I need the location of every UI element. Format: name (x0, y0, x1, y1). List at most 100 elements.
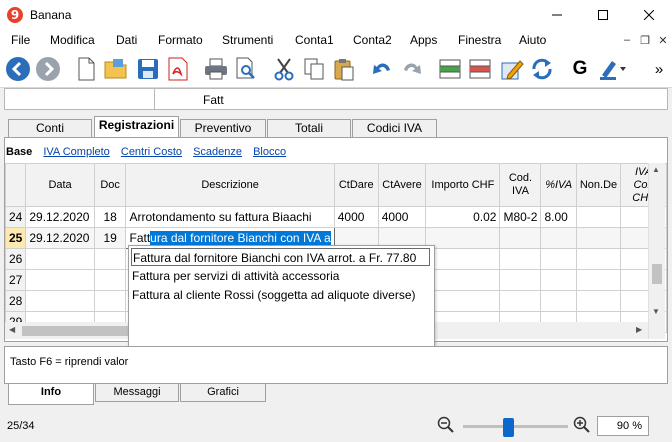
cell-importo[interactable] (425, 227, 501, 249)
cell-pct-iva[interactable] (540, 227, 577, 249)
more-button[interactable]: » (650, 55, 668, 83)
pdf-button[interactable] (164, 55, 192, 83)
menu-apps[interactable]: Apps (410, 33, 437, 47)
new-file-button[interactable] (72, 55, 100, 83)
view-base[interactable]: Base (6, 146, 32, 158)
menu-aiuto[interactable]: Aiuto (519, 33, 546, 47)
menu-conta2[interactable]: Conta2 (353, 33, 392, 47)
vertical-scrollbar[interactable]: ▲ ▼ (648, 163, 665, 339)
cell-importo[interactable] (425, 248, 501, 270)
cell-cod-iva[interactable]: M80-2 (499, 206, 542, 228)
forward-button[interactable] (34, 55, 62, 83)
cell-importo[interactable]: 0.02 (425, 206, 501, 228)
cell-non-ded[interactable] (575, 290, 622, 312)
view-blocco[interactable]: Blocco (253, 146, 286, 158)
minimize-button[interactable] (534, 0, 580, 30)
cell-pct-iva[interactable] (540, 248, 577, 270)
cell-non-ded[interactable] (575, 206, 622, 228)
tab-preventivo[interactable]: Preventivo (180, 119, 266, 137)
copy-button[interactable] (300, 55, 328, 83)
tab-totali[interactable]: Totali (267, 119, 351, 137)
cell-cod-iva[interactable] (499, 290, 542, 312)
cell-doc[interactable] (93, 269, 127, 291)
row-number[interactable]: 27 (5, 269, 27, 291)
print-button[interactable] (202, 55, 230, 83)
cell-doc[interactable]: 19 (93, 227, 127, 249)
paste-button[interactable] (330, 55, 358, 83)
save-button[interactable] (134, 55, 162, 83)
view-centri-costo[interactable]: Centri Costo (121, 146, 182, 158)
cell-data[interactable]: 29.12.2020 (25, 206, 95, 228)
row-number[interactable]: 24 (5, 206, 27, 228)
scroll-up-icon[interactable]: ▲ (652, 165, 660, 174)
cell-cod-iva[interactable] (499, 248, 542, 270)
menu-formato[interactable]: Formato (158, 33, 203, 47)
table-row[interactable]: 24 29.12.2020 18 Arrotondamento su fattu… (5, 206, 667, 228)
cell-importo[interactable] (425, 269, 501, 291)
undo-button[interactable] (368, 55, 396, 83)
back-button[interactable] (4, 55, 32, 83)
menu-conta1[interactable]: Conta1 (295, 33, 334, 47)
insert-row-button[interactable] (436, 55, 464, 83)
open-folder-button[interactable] (102, 55, 130, 83)
mdi-restore-icon[interactable]: ❐ (637, 32, 653, 48)
cell-pct-iva[interactable] (540, 290, 577, 312)
tab-grafici[interactable]: Grafici (180, 384, 266, 402)
row-number[interactable]: 25 (5, 227, 27, 249)
delete-row-button[interactable] (466, 55, 494, 83)
menu-finestra[interactable]: Finestra (458, 33, 501, 47)
tab-registrazioni[interactable]: Registrazioni (94, 116, 179, 137)
cell-data[interactable] (25, 248, 95, 270)
cell-ctavere[interactable]: 4000 (377, 206, 427, 228)
column-header-pct-iva[interactable]: %IVA (540, 163, 577, 207)
zoom-level-input[interactable]: 90 % (597, 416, 649, 436)
cell-cod-iva[interactable] (499, 269, 542, 291)
cell-cod-iva[interactable] (499, 227, 542, 249)
column-header-importo[interactable]: Importo CHF (425, 163, 501, 207)
redo-button[interactable] (398, 55, 426, 83)
mdi-minimize-icon[interactable]: – (619, 32, 635, 48)
zoom-out-button[interactable] (437, 416, 455, 434)
autocomplete-item[interactable]: Fattura per servizi di attività accessor… (131, 267, 339, 285)
column-header-non-ded[interactable]: Non.De (575, 163, 622, 207)
cell-data[interactable]: 29.12.2020 (25, 227, 95, 249)
cell-doc[interactable] (93, 248, 127, 270)
zoom-slider-track[interactable] (463, 425, 568, 428)
formula-input[interactable]: Fatt (203, 93, 224, 107)
view-scadenze[interactable]: Scadenze (193, 146, 242, 158)
cell-descrizione[interactable]: Arrotondamento su fattura Biaachi (125, 206, 335, 228)
tab-messaggi[interactable]: Messaggi (95, 384, 179, 402)
cell-importo[interactable] (425, 290, 501, 312)
tab-codici-iva[interactable]: Codici IVA (352, 119, 437, 137)
scroll-thumb[interactable] (652, 264, 662, 284)
column-header-ctavere[interactable]: CtAvere (377, 163, 427, 207)
scroll-down-icon[interactable]: ▼ (652, 307, 660, 316)
print-preview-button[interactable] (232, 55, 260, 83)
row-number[interactable]: 26 (5, 248, 27, 270)
cell-non-ded[interactable] (575, 269, 622, 291)
column-header-cod-iva[interactable]: Cod. IVA (499, 163, 542, 207)
column-header-doc[interactable]: Doc (93, 163, 127, 207)
menu-file[interactable]: File (11, 33, 30, 47)
scroll-right-icon[interactable]: ▶ (636, 325, 642, 334)
cell-data[interactable] (25, 290, 95, 312)
cell-doc[interactable] (93, 290, 127, 312)
menu-modifica[interactable]: Modifica (50, 33, 95, 47)
close-button[interactable] (626, 0, 672, 30)
edit-button[interactable] (498, 55, 526, 83)
cell-non-ded[interactable] (575, 248, 622, 270)
cell-reference-box[interactable] (5, 89, 155, 109)
row-number[interactable]: 28 (5, 290, 27, 312)
cell-non-ded[interactable] (575, 227, 622, 249)
cell-ctdare[interactable]: 4000 (333, 206, 379, 228)
mdi-close-icon[interactable]: ✕ (655, 32, 671, 48)
column-header-descrizione[interactable]: Descrizione (125, 163, 335, 207)
zoom-slider-thumb[interactable] (503, 418, 514, 437)
bold-button[interactable]: G (566, 55, 594, 83)
menu-dati[interactable]: Dati (116, 33, 137, 47)
cut-button[interactable] (270, 55, 298, 83)
autocomplete-item[interactable]: Fattura dal fornitore Bianchi con IVA ar… (131, 248, 430, 266)
tab-info[interactable]: Info (8, 384, 94, 405)
tab-conti[interactable]: Conti (8, 119, 92, 137)
column-header-ctdare[interactable]: CtDare (333, 163, 379, 207)
